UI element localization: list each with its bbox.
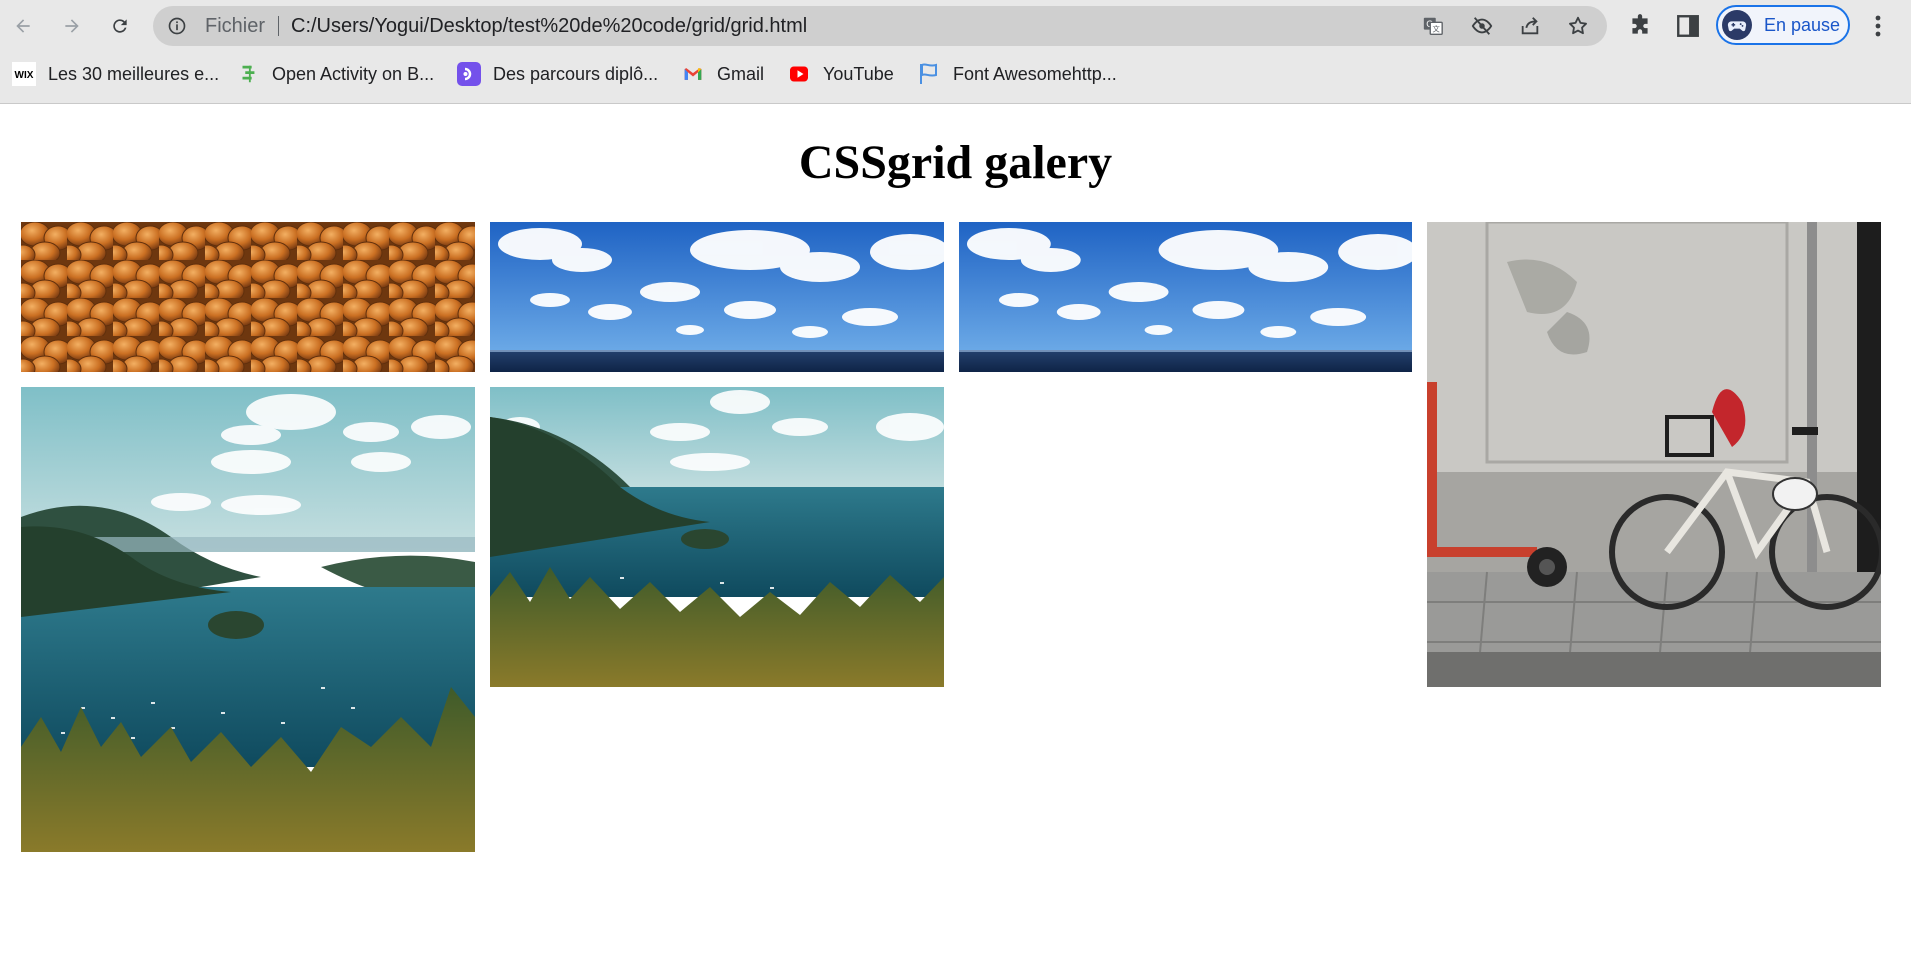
kebab-menu-icon[interactable]	[1866, 12, 1890, 40]
bookmark-youtube[interactable]: YouTube	[787, 55, 894, 93]
forward-icon	[65, 19, 79, 33]
reload-icon	[113, 19, 127, 33]
reload-button[interactable]	[104, 10, 136, 42]
bookmark-label: Les 30 meilleures e...	[48, 63, 220, 84]
sky-sea-photo-1	[490, 222, 944, 372]
bookmark-open-activity[interactable]: Open Activity on B...	[236, 55, 434, 93]
info-icon[interactable]	[167, 16, 187, 36]
gamepad-avatar-icon	[1722, 10, 1752, 40]
back-button[interactable]	[7, 10, 39, 42]
profile-label: En pause	[1764, 15, 1841, 35]
svg-text:文: 文	[1433, 25, 1441, 34]
wix-icon: WIX	[12, 62, 36, 86]
extensions-icon[interactable]	[1627, 13, 1653, 39]
bookmark-label: YouTube	[823, 63, 894, 84]
address-url[interactable]: C:/Users/Yogui/Desktop/test%20de%20code/…	[291, 6, 807, 46]
bookmark-label: Font Awesomehttp...	[953, 63, 1117, 84]
address-bar[interactable]: Fichier C:/Users/Yogui/Desktop/test%20de…	[153, 6, 1607, 46]
sky-sea-photo-2	[959, 222, 1412, 372]
pennies-photo	[21, 222, 475, 372]
forward-button[interactable]	[56, 10, 88, 42]
eye-off-icon[interactable]	[1471, 15, 1493, 37]
youtube-icon	[787, 62, 811, 86]
openclassrooms-icon	[457, 62, 481, 86]
lake-forest-photo-wide	[490, 387, 944, 687]
translate-icon[interactable]: G文	[1422, 15, 1444, 37]
bookmark-gmail[interactable]: Gmail	[681, 55, 764, 93]
bookmark-openclassrooms[interactable]: Des parcours diplô...	[457, 55, 658, 93]
lake-forest-photo-tall	[21, 387, 475, 852]
side-panel-icon[interactable]	[1675, 13, 1701, 39]
star-icon[interactable]	[1567, 15, 1589, 37]
gmail-icon	[681, 62, 705, 86]
address-divider	[278, 16, 279, 36]
flag-icon	[917, 62, 941, 86]
address-scheme: Fichier	[205, 15, 266, 37]
bookmark-label: Open Activity on B...	[272, 63, 435, 84]
bicycle-street-photo	[1427, 222, 1881, 687]
browser-chrome: Fichier C:/Users/Yogui/Desktop/test%20de…	[0, 0, 1911, 104]
board-icon	[236, 62, 260, 86]
page-title: CSSgrid galery	[798, 136, 1113, 189]
bookmark-font-awesome[interactable]: Font Awesomehttp...	[917, 55, 1117, 93]
bookmarks-bar: WIX Les 30 meilleures e... Open Activity…	[0, 55, 1911, 93]
profile-button[interactable]: En pause	[1716, 5, 1850, 45]
bookmark-label: Des parcours diplô...	[493, 63, 659, 84]
svg-text:WIX: WIX	[15, 70, 34, 81]
bookmark-wix[interactable]: WIX Les 30 meilleures e...	[12, 55, 219, 93]
share-icon[interactable]	[1519, 15, 1541, 37]
back-icon	[16, 19, 30, 33]
browser-toolbar: Fichier C:/Users/Yogui/Desktop/test%20de…	[0, 0, 1911, 52]
bookmark-label: Gmail	[717, 63, 765, 84]
